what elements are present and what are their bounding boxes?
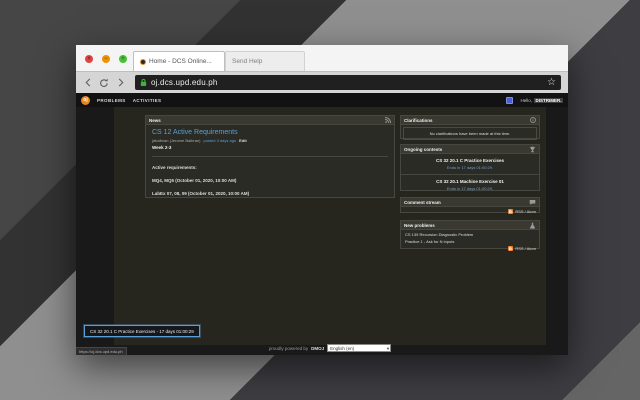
contest-countdown: Ends in 17 days 01:00:29. — [405, 186, 535, 191]
maximize-window-button[interactable]: + — [119, 55, 127, 63]
forward-button[interactable] — [115, 78, 125, 88]
new-problems-header: New problems — [401, 221, 539, 230]
news-post-body-line: LabEx 07, 08, 09 (October 01, 2020, 10:0… — [152, 191, 388, 196]
user-avatar[interactable] — [506, 97, 513, 104]
new-problems-rss-link[interactable]: RSS / Atom — [401, 244, 539, 252]
browser-addressbar: oj.dcs.upd.edu.ph ☆ — [76, 72, 568, 93]
comment-stream-header: Comment stream — [401, 198, 539, 207]
desktop-background: × − + Home - DCS Online... Send Help — [0, 0, 640, 400]
browser-window: × − + Home - DCS Online... Send Help — [76, 45, 568, 355]
nav-problems[interactable]: PROBLEMS — [97, 98, 126, 103]
browser-titlebar: × − + Home - DCS Online... Send Help — [76, 45, 568, 72]
page-footer: proudly powered by DMOJ English (en) — [114, 344, 546, 352]
new-problems-title: New problems — [404, 223, 435, 228]
new-problem-link[interactable]: Practice 1 - Ask for N inputs — [401, 237, 539, 244]
comment-stream-rss-link[interactable]: RSS / Atom — [401, 207, 539, 215]
forward-arrow-icon — [116, 78, 125, 87]
rss-icon — [508, 246, 513, 251]
contest-name-link[interactable]: CS 32 20.1 Machine Exercise 01 — [405, 179, 535, 184]
news-rss-icon[interactable] — [385, 117, 391, 123]
url-text: oj.dcs.upd.edu.ph — [151, 78, 543, 87]
ongoing-contests-header: Ongoing contests — [401, 145, 539, 154]
window-controls: × − + — [85, 55, 127, 63]
nav-activities[interactable]: ACTIVITIES — [133, 98, 162, 103]
ongoing-contests-panel: Ongoing contests CS 32 20.1 C Practice E… — [400, 144, 540, 191]
clarifications-empty-message: No clarifications have been made at this… — [403, 127, 537, 140]
news-post-subtitle: Week 2-3 — [152, 145, 388, 150]
reload-icon — [99, 78, 109, 88]
tab-home-title: Home - DCS Online... — [149, 58, 212, 65]
info-icon — [530, 117, 536, 123]
flask-icon — [529, 222, 536, 229]
trophy-icon — [529, 146, 536, 153]
close-window-button[interactable]: × — [85, 55, 93, 63]
new-problem-link[interactable]: CS 139 Recursion Diagnostic Problem — [401, 230, 539, 237]
bookmark-star-icon[interactable]: ☆ — [547, 78, 556, 88]
contest-countdown: Ends in 17 days 01:00:29. — [405, 165, 535, 170]
news-post-body-line: MQ4, MQ5 (October 01, 2020, 10:00 AM) — [152, 178, 388, 183]
contest-item[interactable]: CS 32 20.1 Machine Exercise 01 Ends in 1… — [401, 174, 539, 195]
new-problems-panel: New problems CS 139 Recursion Diagnostic… — [400, 220, 540, 249]
site-favicon-icon — [140, 59, 146, 65]
news-post-posted-link[interactable]: posted 3 days ago — [203, 138, 236, 143]
contest-item[interactable]: CS 32 20.1 C Practice Exercises Ends in … — [401, 154, 539, 174]
https-padlock-icon — [140, 78, 147, 87]
tab-send-help-title: Send Help — [232, 58, 262, 65]
contest-name-link[interactable]: CS 32 20.1 C Practice Exercises — [405, 158, 535, 163]
news-post-edit-link[interactable]: Edit — [239, 138, 247, 143]
tab-home[interactable]: Home - DCS Online... — [133, 51, 225, 71]
clarifications-header: Clarifications — [401, 116, 539, 125]
url-input[interactable]: oj.dcs.upd.edu.ph ☆ — [135, 75, 561, 90]
news-post-divider — [152, 156, 388, 157]
comment-bubble-icon — [529, 199, 536, 206]
news-panel-header: News — [146, 116, 394, 125]
site-logo-icon[interactable]: oj — [81, 96, 90, 105]
webpage-viewport: oj PROBLEMS ACTIVITIES Hello, DISTRIMER.… — [76, 93, 568, 355]
site-navbar: oj PROBLEMS ACTIVITIES Hello, DISTRIMER. — [76, 93, 568, 107]
comment-stream-panel: Comment stream RSS / Atom — [400, 197, 540, 213]
back-button[interactable] — [83, 78, 93, 88]
contest-countdown-tooltip[interactable]: CS 32 20.1 C Practice Exercises - 17 day… — [84, 325, 200, 337]
clarifications-panel: Clarifications No clarifications have be… — [400, 115, 540, 139]
comment-stream-title: Comment stream — [404, 200, 441, 205]
username-label: DISTRIMER. — [534, 98, 563, 103]
greeting-prefix: Hello, — [520, 98, 532, 103]
dmoj-brand-link[interactable]: DMOJ — [311, 346, 324, 351]
news-post-body-line: Active requirements: — [152, 165, 388, 170]
news-post-author-link[interactable]: jdbalbran (Jerome Balbran) — [152, 138, 200, 143]
ongoing-contests-title: Ongoing contests — [404, 147, 442, 152]
link-status-bubble: https://oj.dcs.upd.edu.ph — [76, 347, 127, 355]
news-post: CS 12 Active Requirements jdbalbran (Jer… — [146, 125, 394, 200]
user-greeting[interactable]: Hello, DISTRIMER. — [520, 98, 563, 103]
news-post-byline: jdbalbran (Jerome Balbran) posted 3 days… — [152, 138, 388, 143]
back-arrow-icon — [84, 78, 93, 87]
rss-icon — [508, 209, 513, 214]
news-title: News — [149, 118, 161, 123]
reload-button[interactable] — [99, 78, 109, 88]
new-problems-rss-label: RSS / Atom — [515, 246, 536, 251]
comment-stream-rss-label: RSS / Atom — [515, 209, 536, 214]
tab-send-help[interactable]: Send Help — [225, 51, 305, 71]
news-post-title-link[interactable]: CS 12 Active Requirements — [152, 129, 388, 136]
powered-by-text: proudly powered by — [269, 346, 308, 351]
clarifications-title: Clarifications — [404, 118, 433, 123]
news-panel: News CS 12 Active Requirements jdbalbran… — [145, 115, 395, 198]
minimize-window-button[interactable]: − — [102, 55, 110, 63]
language-select[interactable]: English (en) — [327, 344, 391, 352]
